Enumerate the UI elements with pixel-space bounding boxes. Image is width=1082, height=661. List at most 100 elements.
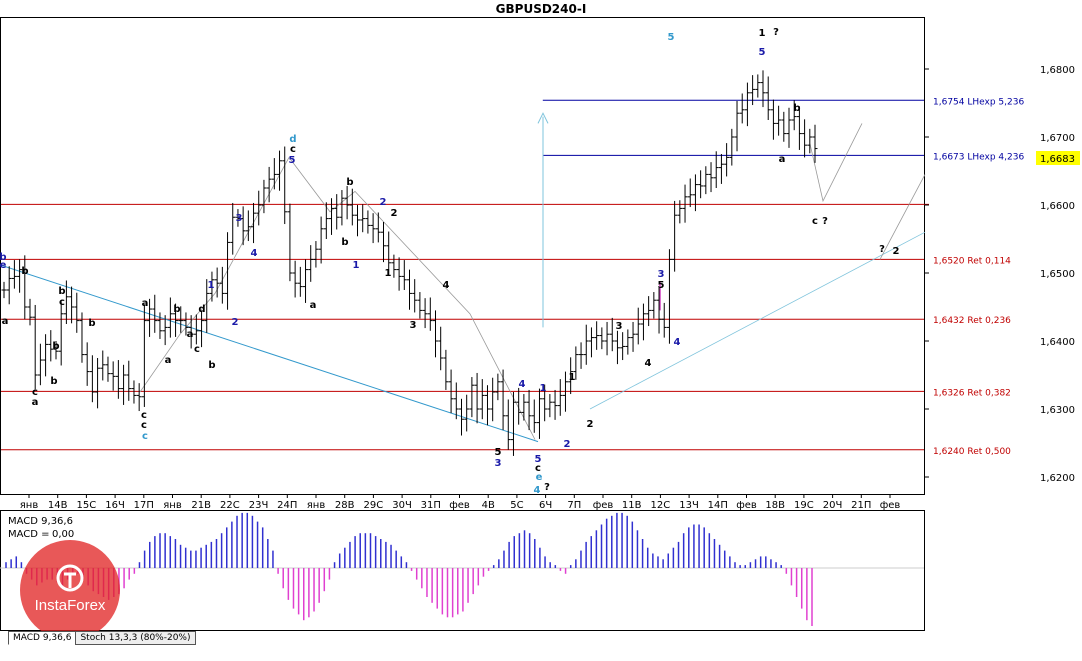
wave-label: 5 xyxy=(759,47,766,58)
wave-label: ? xyxy=(773,27,779,38)
x-tick-label: 29С xyxy=(364,500,384,511)
wave-label: e xyxy=(536,472,543,483)
y-tick-label: 1,6800 xyxy=(1040,65,1075,76)
tab-macd[interactable]: MACD 9,36,6 xyxy=(8,631,77,645)
x-tick-label: 12С xyxy=(651,500,671,511)
wave-label: b xyxy=(50,376,57,387)
x-tick-label: фев xyxy=(593,500,614,511)
wave-label: 3 xyxy=(495,458,502,469)
wave-label: 5 xyxy=(658,280,665,291)
x-tick-label: фев xyxy=(449,500,470,511)
wave-label: 5 xyxy=(289,155,296,166)
wave-label: 4 xyxy=(645,358,652,369)
x-tick-label: 13Ч xyxy=(679,500,699,511)
wave-label: 2 xyxy=(564,439,571,450)
x-tick-label: 21В xyxy=(191,500,211,511)
last-price-label: 1,6683 xyxy=(1040,154,1075,165)
tab-stoch[interactable]: Stoch 13,3,3 (80%-20%) xyxy=(75,631,196,645)
x-tick-label: 16Ч xyxy=(105,500,125,511)
macd-value-label: MACD = xyxy=(8,529,50,540)
y-tick-label: 1,6200 xyxy=(1040,473,1075,484)
wave-label: 4 xyxy=(251,248,258,259)
wave-label: 4 xyxy=(674,337,681,348)
wave-label: ? xyxy=(822,216,828,227)
wave-label: 4 xyxy=(534,485,541,496)
wave-label: b xyxy=(341,237,348,248)
x-tick-label: 17П xyxy=(134,500,154,511)
indicator-tabs: MACD 9,36,6 Stoch 13,3,3 (80%-20%) xyxy=(8,631,196,645)
wave-label: e xyxy=(0,260,7,271)
wave-label: c xyxy=(194,344,200,355)
x-tick-label: 19С xyxy=(794,500,814,511)
wave-label: 2 xyxy=(587,419,594,430)
y-tick-label: 1,6600 xyxy=(1040,201,1075,212)
wave-label: 4 xyxy=(443,280,450,291)
x-tick-label: янв xyxy=(20,500,39,511)
wave-label: b xyxy=(52,341,59,352)
wave-label: b xyxy=(173,304,180,315)
wave-label: 1 xyxy=(540,383,547,394)
wave-label: 2 xyxy=(232,317,239,328)
chart-title: GBPUSD240-I xyxy=(496,2,587,16)
wave-label: 3 xyxy=(658,269,665,280)
wave-label: a xyxy=(165,355,172,366)
brand-name: InstaForex xyxy=(35,597,106,614)
x-tick-label: 6Ч xyxy=(539,500,552,511)
x-tick-label: 30Ч xyxy=(392,500,412,511)
level-label: 1,6520 Ret 0,114 xyxy=(933,256,1011,266)
wave-label: 1 xyxy=(385,268,392,279)
x-tick-label: 5С xyxy=(510,500,523,511)
wave-label: 3 xyxy=(236,213,243,224)
chart: GBPUSD240-I 1,6754 LHexp 5,236 1,6673 LHe… xyxy=(0,0,1082,661)
wave-label: b xyxy=(88,318,95,329)
wave-label: a xyxy=(142,298,149,309)
wave-label: b xyxy=(21,266,28,277)
x-tick-label: фев xyxy=(880,500,901,511)
wave-label: 1 xyxy=(569,372,576,383)
wave-label: ? xyxy=(544,482,550,493)
y-tick-label: 1,6300 xyxy=(1040,405,1075,416)
level-label: 1,6326 Ret 0,382 xyxy=(933,388,1011,398)
wave-label: b xyxy=(346,177,353,188)
x-tick-label: 4В xyxy=(482,500,495,511)
wave-label: c xyxy=(812,216,818,227)
wave-label: 4 xyxy=(519,379,526,390)
wave-label: a xyxy=(32,397,39,408)
wave-label: 5 xyxy=(495,447,502,458)
x-tick-label: 31П xyxy=(421,500,441,511)
wave-label: 2 xyxy=(893,246,900,257)
x-tick-label: 18В xyxy=(765,500,785,511)
wave-label: b xyxy=(208,360,215,371)
y-tick-label: 1,6700 xyxy=(1040,133,1075,144)
wave-label: 2 xyxy=(380,197,387,208)
y-tick-label: 1,6400 xyxy=(1040,337,1075,348)
x-tick-label: 11В xyxy=(622,500,642,511)
wave-label: a xyxy=(2,316,9,327)
wave-label: ? xyxy=(879,244,885,255)
x-tick-label: янв xyxy=(307,500,326,511)
wave-label: b xyxy=(793,103,800,114)
level-label: 1,6240 Ret 0,500 xyxy=(933,447,1011,457)
wave-label: 1 xyxy=(208,280,215,291)
instaforex-logo: InstaForex xyxy=(20,540,120,640)
macd-legend: MACD 9,36,6 xyxy=(8,516,73,527)
wave-label: 3 xyxy=(616,321,623,332)
level-label: 1,6673 LHexp 4,236 xyxy=(933,152,1024,162)
x-tick-label: 22С xyxy=(220,500,240,511)
wave-label: a xyxy=(310,300,317,311)
wave-label: c xyxy=(59,297,65,308)
x-tick-label: 28В xyxy=(335,500,355,511)
y-tick-label: 1,6500 xyxy=(1040,269,1075,280)
wave-label: 2 xyxy=(391,208,398,219)
level-label: 1,6754 LHexp 5,236 xyxy=(933,97,1024,107)
wave-label: c xyxy=(290,144,296,155)
wave-label: c xyxy=(141,420,147,431)
x-tick-label: фев xyxy=(736,500,757,511)
x-tick-label: 14П xyxy=(708,500,728,511)
x-tick-label: 24П xyxy=(277,500,297,511)
x-tick-label: 21П xyxy=(851,500,871,511)
wave-label: a xyxy=(187,329,194,340)
x-tick-label: 14В xyxy=(48,500,68,511)
wave-label: d xyxy=(198,304,205,315)
wave-label: 5 xyxy=(668,32,675,43)
